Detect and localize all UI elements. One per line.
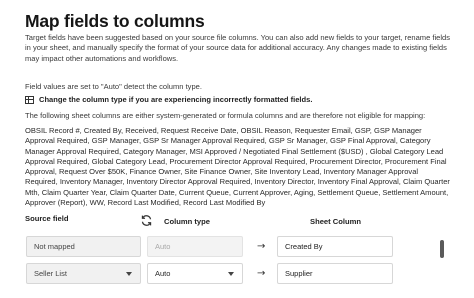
column-type-value: Auto [155, 242, 171, 251]
column-type-tip: Change the column type if you are experi… [25, 95, 312, 104]
chevron-down-icon [126, 272, 132, 276]
column-type-select: Auto [147, 236, 243, 257]
source-field-header: Source field [25, 214, 69, 223]
ineligible-columns-list: OBSIL Record #, Created By, Received, Re… [25, 126, 450, 208]
source-field-select[interactable]: Not mapped [26, 236, 141, 257]
mapping-row: Seller List Auto → Supplier [0, 263, 474, 285]
scrollbar-thumb[interactable] [440, 240, 444, 258]
arrow-right-icon: → [257, 241, 266, 252]
mapping-row: Not mapped Auto → Created By [0, 236, 474, 258]
sheet-column-field[interactable]: Created By [277, 236, 393, 257]
column-type-tip-text: Change the column type if you are experi… [39, 95, 313, 104]
column-type-select[interactable]: Auto [147, 263, 243, 284]
sheet-column-field[interactable]: Supplier [277, 263, 393, 284]
source-field-select[interactable]: Seller List [26, 263, 141, 284]
refresh-icon[interactable] [140, 214, 153, 227]
arrow-right-icon: → [257, 268, 266, 279]
chevron-down-icon [228, 272, 234, 276]
sheet-column-value: Created By [285, 242, 323, 251]
sheet-column-header: Sheet Column [310, 217, 362, 226]
auto-detect-note: Field values are set to "Auto" detect th… [25, 82, 202, 91]
ineligible-columns-note: The following sheet columns are either s… [25, 111, 426, 120]
column-type-header: Column type [164, 217, 210, 226]
page-description: Target fields have been suggested based … [25, 33, 450, 63]
table-grid-icon [25, 95, 34, 104]
page-title: Map fields to columns [25, 11, 205, 31]
column-type-value: Auto [155, 269, 171, 278]
source-field-value: Not mapped [34, 242, 75, 251]
source-field-value: Seller List [34, 269, 67, 278]
sheet-column-value: Supplier [285, 269, 313, 278]
